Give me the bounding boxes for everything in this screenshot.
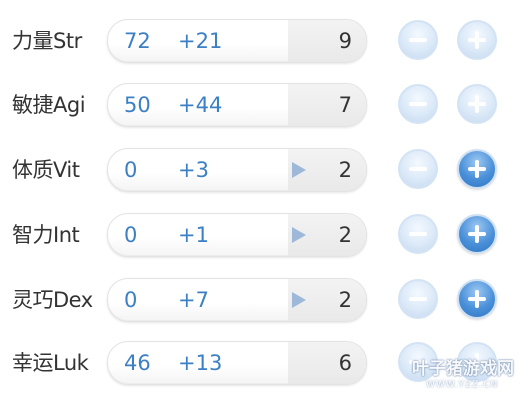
bonus-value-dex: +7	[178, 288, 209, 312]
decrease-vit-button[interactable]	[398, 149, 438, 189]
increase-luk-button[interactable]	[457, 342, 497, 382]
stat-value-box-str: 72 +21 9	[107, 19, 367, 63]
stat-allocation-panel: 力量Str 72 +21 9 敏捷Agi 50 +44 7 体质Vit 0 +3…	[0, 0, 531, 400]
base-value-str: 72	[124, 29, 151, 53]
bonus-value-vit: +3	[178, 158, 209, 182]
decrease-int-button[interactable]	[398, 214, 438, 254]
decrease-luk-button[interactable]	[398, 342, 438, 382]
minus-icon	[400, 344, 436, 380]
decrease-agi-button[interactable]	[398, 84, 438, 124]
minus-icon	[400, 22, 436, 58]
plus-icon	[459, 344, 495, 380]
increase-str-button[interactable]	[457, 20, 497, 60]
bonus-value-int: +1	[178, 223, 209, 247]
base-value-int: 0	[124, 223, 138, 247]
point-cost-luk: 6	[338, 351, 352, 375]
stat-label-int: 智力Int	[12, 223, 80, 247]
bonus-value-agi: +44	[178, 93, 223, 117]
minus-icon	[400, 216, 436, 252]
plus-icon	[459, 151, 495, 187]
stat-row-agi: 敏捷Agi 50 +44 7	[0, 80, 531, 130]
base-value-agi: 50	[124, 93, 151, 117]
stat-value-box-luk: 46 +13 6	[107, 341, 367, 385]
increase-agi-button[interactable]	[457, 84, 497, 124]
increase-int-button[interactable]	[457, 214, 497, 254]
decrease-dex-button[interactable]	[398, 279, 438, 319]
stat-value-box-agi: 50 +44 7	[107, 83, 367, 127]
stat-row-str: 力量Str 72 +21 9	[0, 16, 531, 66]
stat-label-str: 力量Str	[12, 29, 82, 53]
bonus-value-luk: +13	[178, 351, 223, 375]
stat-label-dex: 灵巧Dex	[12, 288, 93, 312]
plus-icon	[459, 281, 495, 317]
minus-icon	[400, 281, 436, 317]
point-cost-vit: 2	[338, 158, 352, 182]
decrease-str-button[interactable]	[398, 20, 438, 60]
play-arrow-icon	[292, 227, 306, 243]
base-value-luk: 46	[124, 351, 151, 375]
plus-icon	[459, 216, 495, 252]
minus-icon	[400, 86, 436, 122]
increase-vit-button[interactable]	[457, 149, 497, 189]
stat-row-luk: 幸运Luk 46 +13 6	[0, 338, 531, 388]
increase-dex-button[interactable]	[457, 279, 497, 319]
cost-cell-luk	[288, 342, 366, 384]
point-cost-str: 9	[338, 29, 352, 53]
cost-cell-str	[288, 20, 366, 62]
base-value-vit: 0	[124, 158, 138, 182]
plus-icon	[459, 86, 495, 122]
stat-row-vit: 体质Vit 0 +3 2	[0, 145, 531, 195]
bonus-value-str: +21	[178, 29, 223, 53]
point-cost-int: 2	[338, 223, 352, 247]
stat-value-box-int: 0 +1 2	[107, 213, 367, 257]
base-value-dex: 0	[124, 288, 138, 312]
stat-row-int: 智力Int 0 +1 2	[0, 210, 531, 260]
stat-row-dex: 灵巧Dex 0 +7 2	[0, 275, 531, 325]
minus-icon	[400, 151, 436, 187]
stat-label-vit: 体质Vit	[12, 158, 80, 182]
point-cost-agi: 7	[338, 93, 352, 117]
play-arrow-icon	[292, 162, 306, 178]
cost-cell-agi	[288, 84, 366, 126]
stat-label-agi: 敏捷Agi	[12, 93, 86, 117]
point-cost-dex: 2	[338, 288, 352, 312]
play-arrow-icon	[292, 292, 306, 308]
stat-value-box-dex: 0 +7 2	[107, 278, 367, 322]
stat-value-box-vit: 0 +3 2	[107, 148, 367, 192]
plus-icon	[459, 22, 495, 58]
stat-label-luk: 幸运Luk	[12, 351, 89, 375]
